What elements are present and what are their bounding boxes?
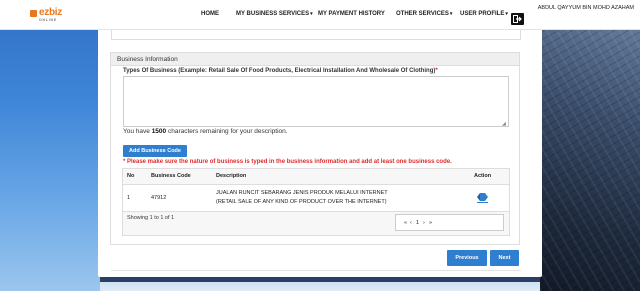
row-description-line1: JUALAN RUNCIT SEBARANG JENIS PRODUK MELA… bbox=[216, 190, 388, 196]
nav-other-services[interactable]: OTHER SERVICES▾ bbox=[396, 11, 452, 17]
nav-user-profile[interactable]: USER PROFILE▾ bbox=[460, 11, 508, 17]
column-header-description: Description bbox=[216, 173, 247, 179]
characters-remaining: You have 1500 characters remaining for y… bbox=[123, 128, 288, 135]
resize-grip-icon[interactable]: ◢ bbox=[502, 121, 506, 127]
user-name: ABDUL QAYYUM BIN MOHD AZAHAM bbox=[537, 5, 634, 11]
pager-current-page[interactable]: 1 bbox=[416, 220, 419, 226]
remaining-count: 1500 bbox=[151, 128, 167, 135]
pager-first-button[interactable]: « bbox=[404, 220, 407, 226]
pager-prev-button[interactable]: ‹ bbox=[410, 220, 412, 226]
pager-next-button[interactable]: › bbox=[423, 220, 425, 226]
table-divider bbox=[123, 211, 509, 212]
types-of-business-label: Types Of Business (Example: Retail Sale … bbox=[123, 68, 438, 74]
table-row bbox=[123, 185, 509, 211]
logo-subtext: ONLINE bbox=[39, 18, 58, 22]
chevron-down-icon: ▾ bbox=[449, 11, 453, 17]
pagination: « ‹ 1 › » bbox=[395, 214, 504, 231]
panel-divider bbox=[111, 270, 521, 271]
chevron-down-icon: ▾ bbox=[505, 11, 508, 17]
column-header-action: Action bbox=[474, 173, 492, 179]
row-description-line2: (RETAIL SALE OF ANY KIND OF PRODUCT OVER… bbox=[216, 199, 387, 205]
top-navbar: ezbiz ONLINE HOME MY BUSINESS SERVICES▾ … bbox=[0, 0, 640, 30]
logo-mark-icon bbox=[30, 10, 37, 17]
nav-my-payment-history[interactable]: MY PAYMENT HISTORY bbox=[318, 11, 385, 17]
pager-last-button[interactable]: » bbox=[429, 220, 432, 226]
nav-home-label: HOME bbox=[201, 11, 219, 17]
nav-user-profile-label: USER PROFILE bbox=[460, 11, 505, 17]
nav-my-business-services[interactable]: MY BUSINESS SERVICES▾ bbox=[236, 11, 313, 17]
remaining-prefix: You have bbox=[123, 128, 150, 135]
previous-button[interactable]: Previous bbox=[447, 250, 487, 266]
row-business-code: 47912 bbox=[151, 195, 167, 201]
logout-icon bbox=[513, 15, 522, 23]
logo-text: ezbiz bbox=[39, 7, 62, 18]
column-header-no: No bbox=[127, 173, 135, 179]
warning-message: * Please make sure the nature of busines… bbox=[123, 159, 452, 165]
background-left bbox=[0, 0, 100, 291]
nav-home[interactable]: HOME bbox=[201, 11, 219, 17]
types-of-business-textarea[interactable] bbox=[123, 76, 509, 127]
logout-button[interactable] bbox=[511, 13, 524, 25]
ezbiz-logo[interactable]: ezbiz ONLINE bbox=[30, 7, 66, 24]
column-header-business-code: Business Code bbox=[151, 173, 191, 179]
table-showing-info: Showing 1 to 1 of 1 bbox=[127, 215, 175, 221]
next-button[interactable]: Next bbox=[490, 250, 519, 266]
business-information-header: Business Information bbox=[110, 52, 520, 66]
required-mark: * bbox=[435, 68, 438, 74]
chevron-down-icon: ▾ bbox=[310, 11, 313, 17]
previous-section-box bbox=[111, 30, 521, 40]
nav-my-payment-history-label: MY PAYMENT HISTORY bbox=[318, 11, 385, 17]
remaining-suffix: characters remaining for your descriptio… bbox=[167, 128, 288, 135]
nav-my-business-services-label: MY BUSINESS SERVICES bbox=[236, 11, 310, 17]
background-building-image bbox=[540, 0, 640, 291]
row-no: 1 bbox=[127, 195, 131, 201]
types-of-business-label-text: Types Of Business (Example: Retail Sale … bbox=[123, 68, 436, 74]
footer-strip bbox=[100, 282, 540, 291]
nav-other-services-label: OTHER SERVICES bbox=[396, 11, 449, 17]
eraser-delete-icon[interactable] bbox=[476, 192, 489, 203]
add-business-code-button[interactable]: Add Business Code bbox=[123, 145, 187, 157]
